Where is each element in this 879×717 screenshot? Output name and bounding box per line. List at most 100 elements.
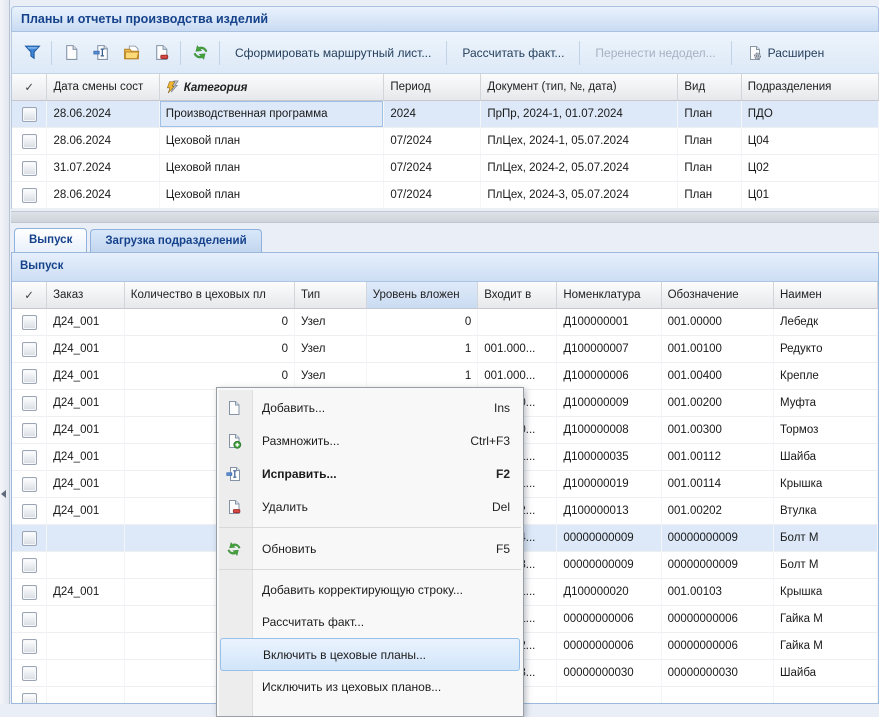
row-checkbox[interactable] [22, 161, 37, 176]
output-cell-order[interactable]: Д24_001 [47, 336, 125, 363]
output-cell-nomenclature[interactable]: 00000000030 [557, 660, 661, 687]
output-cell-name[interactable]: Гайка М [774, 606, 878, 633]
menu-item[interactable]: ОбновитьF5 [217, 532, 523, 565]
row-checkbox[interactable] [22, 639, 37, 654]
output-cell-name[interactable]: Лебедк [774, 309, 878, 336]
delete-document-button[interactable] [146, 38, 176, 68]
output-cell-designation[interactable]: 001.00400 [662, 363, 774, 390]
column-header-qty-shop-plans[interactable]: Количество в цеховых пл [125, 282, 295, 309]
open-folder-button[interactable] [116, 38, 146, 68]
plans-table-row[interactable]: 28.06.2024Производственная программа2024… [12, 101, 879, 128]
output-cell-order[interactable]: Д24_001 [47, 498, 125, 525]
menu-item[interactable]: Добавить...Ins [217, 391, 523, 424]
row-checkbox[interactable] [22, 693, 37, 705]
row-checkbox[interactable] [22, 666, 37, 681]
row-checkbox[interactable] [22, 477, 37, 492]
output-cell-qty[interactable]: 0 [125, 363, 295, 390]
row-checkbox-cell[interactable] [12, 498, 47, 525]
plans-cell-date[interactable]: 28.06.2024 [47, 101, 159, 128]
menu-item[interactable]: Рассчитать факт... [217, 606, 523, 638]
row-checkbox-cell[interactable] [12, 182, 47, 209]
output-cell-order[interactable] [47, 525, 125, 552]
plans-cell-period[interactable]: 07/2024 [384, 155, 481, 182]
output-cell-designation[interactable]: 001.00300 [662, 417, 774, 444]
output-cell-qty[interactable]: 0 [125, 309, 295, 336]
row-checkbox-cell[interactable] [12, 525, 47, 552]
plans-cell-date[interactable]: 31.07.2024 [47, 155, 159, 182]
output-cell-order[interactable]: Д24_001 [47, 390, 125, 417]
row-checkbox-cell[interactable] [12, 444, 47, 471]
output-cell-designation[interactable]: 001.00103 [662, 579, 774, 606]
row-checkbox[interactable] [22, 342, 37, 357]
output-cell-level[interactable]: 1 [367, 336, 479, 363]
menu-item[interactable]: Включить в цеховые планы... [220, 638, 520, 671]
column-header-check[interactable]: ✓ [12, 282, 47, 309]
plans-cell-category[interactable]: Производственная программа [160, 101, 385, 128]
add-document-button[interactable] [56, 38, 86, 68]
output-cell-order[interactable]: Д24_001 [47, 579, 125, 606]
row-checkbox[interactable] [22, 612, 37, 627]
column-header-kind[interactable]: Вид [678, 74, 741, 101]
column-header-type[interactable]: Тип [295, 282, 367, 309]
plans-cell-document[interactable]: ПлЦех, 2024-1, 05.07.2024 [481, 128, 678, 155]
column-header-document[interactable]: Документ (тип, №, дата) [481, 74, 678, 101]
output-cell-name[interactable]: Гайка М [774, 633, 878, 660]
column-header-nomenclature[interactable]: Номенклатура [557, 282, 661, 309]
row-checkbox[interactable] [22, 396, 37, 411]
refresh-button[interactable] [185, 38, 215, 68]
column-header-check[interactable]: ✓ [12, 74, 47, 101]
column-header-category[interactable]: Категория [160, 74, 385, 101]
plans-cell-period[interactable]: 2024 [384, 101, 481, 128]
output-cell-name[interactable]: Крепле [774, 363, 878, 390]
calculate-fact-button[interactable]: Рассчитать факт... [451, 46, 575, 60]
row-checkbox-cell[interactable] [12, 633, 47, 660]
row-checkbox[interactable] [22, 423, 37, 438]
row-checkbox-cell[interactable] [12, 390, 47, 417]
output-cell-name[interactable]: Болт М [774, 552, 878, 579]
plans-cell-division[interactable]: Ц02 [742, 155, 879, 182]
output-cell-designation[interactable] [662, 687, 774, 704]
output-cell-parent[interactable] [478, 309, 557, 336]
output-cell-name[interactable]: Крышка [774, 471, 878, 498]
column-header-name[interactable]: Наимен [774, 282, 878, 309]
plans-cell-division[interactable]: Ц01 [742, 182, 879, 209]
output-cell-type[interactable]: Узел [295, 336, 367, 363]
row-checkbox[interactable] [22, 450, 37, 465]
output-cell-name[interactable]: Шайба [774, 444, 878, 471]
menu-item[interactable]: Исправить...F2 [217, 457, 523, 490]
row-checkbox-cell[interactable] [12, 687, 47, 704]
output-cell-nomenclature[interactable]: Д100000020 [557, 579, 661, 606]
row-checkbox[interactable] [22, 134, 37, 149]
output-cell-parent[interactable]: 001.000... [478, 336, 557, 363]
plans-cell-category[interactable]: Цеховой план [160, 155, 385, 182]
output-cell-name[interactable]: Шайба [774, 660, 878, 687]
output-cell-nomenclature[interactable]: 00000000006 [557, 633, 661, 660]
column-header-nesting-level[interactable]: Уровень вложен [367, 282, 479, 309]
menu-item[interactable]: Размножить...Ctrl+F3 [217, 424, 523, 457]
output-cell-order[interactable]: Д24_001 [47, 363, 125, 390]
output-cell-type[interactable]: Узел [295, 363, 367, 390]
output-cell-nomenclature[interactable]: Д100000007 [557, 336, 661, 363]
output-cell-nomenclature[interactable]: Д100000006 [557, 363, 661, 390]
output-cell-designation[interactable]: 00000000006 [662, 633, 774, 660]
row-checkbox[interactable] [22, 107, 37, 122]
output-cell-parent[interactable]: 001.000... [478, 363, 557, 390]
output-cell-order[interactable]: Д24_001 [47, 417, 125, 444]
row-checkbox-cell[interactable] [12, 155, 47, 182]
output-cell-order[interactable]: Д24_001 [47, 444, 125, 471]
output-cell-name[interactable] [774, 687, 878, 704]
plans-table-row[interactable]: 28.06.2024Цеховой план07/2024ПлЦех, 2024… [12, 182, 879, 209]
output-cell-nomenclature[interactable]: Д100000008 [557, 417, 661, 444]
output-cell-designation[interactable]: 001.00202 [662, 498, 774, 525]
window-title-bar[interactable]: Планы и отчеты производства изделий [11, 6, 879, 32]
output-cell-nomenclature[interactable]: 00000000009 [557, 552, 661, 579]
row-checkbox[interactable] [22, 531, 37, 546]
form-route-list-button[interactable]: Сформировать маршрутный лист... [224, 46, 442, 60]
row-checkbox[interactable] [22, 504, 37, 519]
row-checkbox-cell[interactable] [12, 660, 47, 687]
menu-item[interactable]: УдалитьDel [217, 490, 523, 523]
row-checkbox-cell[interactable] [12, 417, 47, 444]
collapsed-side-panel[interactable] [0, 0, 10, 704]
output-cell-nomenclature[interactable]: Д100000009 [557, 390, 661, 417]
output-cell-designation[interactable]: 001.00000 [662, 309, 774, 336]
